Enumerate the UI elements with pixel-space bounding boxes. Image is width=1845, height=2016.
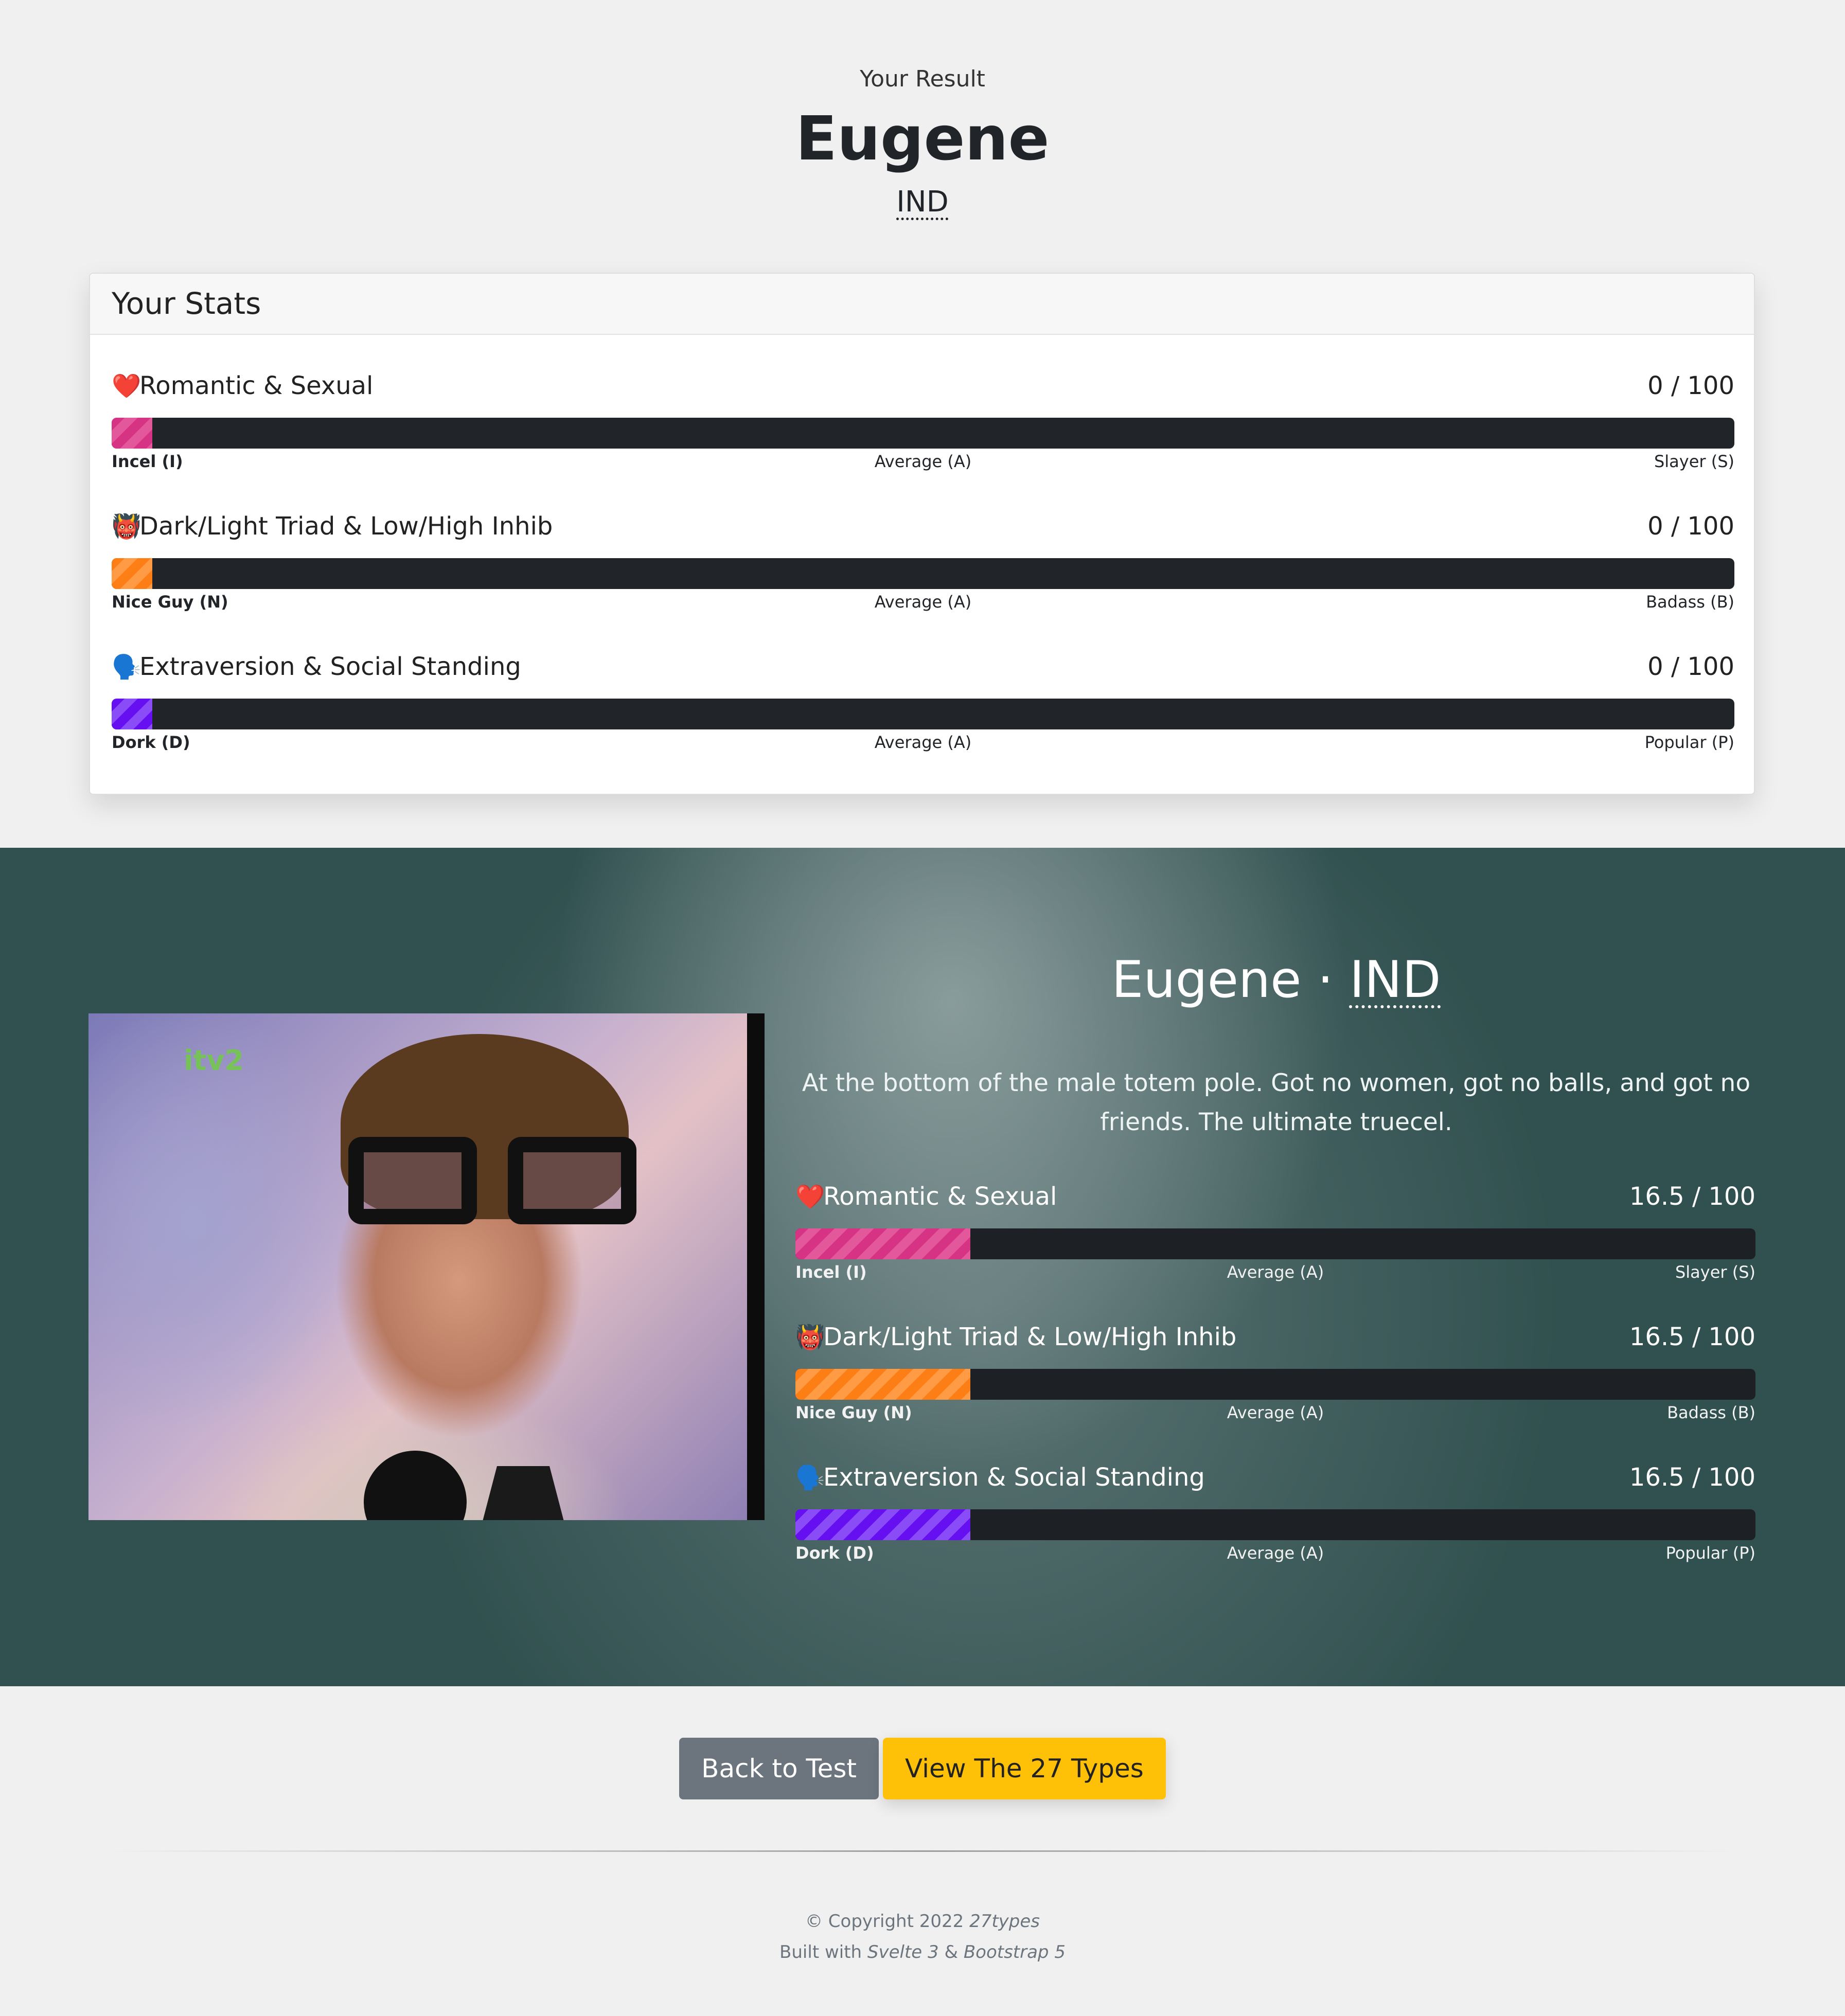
result-code: IND <box>0 185 1845 219</box>
mid-label: Average (A) <box>1227 1543 1324 1563</box>
copyright-line: © Copyright 2022 27types <box>0 1906 1845 1937</box>
type-code-abbr[interactable]: IND <box>1350 951 1441 1009</box>
mid-label: Average (A) <box>874 452 972 471</box>
progress-fill <box>795 1369 970 1400</box>
result-name: Eugene <box>795 103 1050 174</box>
stat-title: Dark/Light Triad & Low/High Inhib <box>823 1323 1237 1351</box>
built-with-line: Built with Svelte 3 & Bootstrap 5 <box>0 1937 1845 1968</box>
high-label: Popular (P) <box>1644 733 1734 752</box>
progress-fill <box>112 558 152 589</box>
ogre-icon: 👹 <box>112 512 141 540</box>
site-link[interactable]: 27types <box>969 1911 1040 1932</box>
high-label: Badass (B) <box>1646 592 1734 612</box>
stat-romantic: ❤️Romantic & Sexual 0 / 100 Incel (I) Av… <box>112 371 1734 474</box>
heart-icon: ❤️ <box>795 1183 825 1210</box>
built-with-text: Built with <box>779 1942 862 1963</box>
speaking-head-icon: 🗣️ <box>112 653 141 681</box>
type-name: Eugene <box>1111 951 1302 1009</box>
progress-bar <box>795 1369 1755 1400</box>
ogre-icon: 👹 <box>795 1323 825 1351</box>
type-photo: itv2 <box>88 1013 765 1520</box>
view-types-button[interactable]: View The 27 Types <box>883 1738 1166 1799</box>
type-stat-triad: 👹Dark/Light Triad & Low/High Inhib 16.5 … <box>795 1323 1755 1425</box>
progress-bar <box>112 699 1734 729</box>
type-stat-romantic: ❤️Romantic & Sexual 16.5 / 100 Incel (I)… <box>795 1182 1755 1285</box>
stat-title: Extraversion & Social Standing <box>823 1463 1205 1492</box>
type-description: At the bottom of the male totem pole. Go… <box>802 1069 1751 1136</box>
stat-score: 16.5 / 100 <box>1629 1463 1755 1492</box>
progress-bar <box>795 1509 1755 1540</box>
progress-fill <box>112 699 152 729</box>
stat-title: Dark/Light Triad & Low/High Inhib <box>139 512 553 541</box>
mid-label: Average (A) <box>1227 1262 1324 1282</box>
stat-score: 0 / 100 <box>1647 512 1734 541</box>
card-header: Your Stats <box>90 274 1754 335</box>
progress-bar <box>112 418 1734 449</box>
stat-score: 16.5 / 100 <box>1629 1182 1755 1211</box>
progress-bar <box>112 558 1734 589</box>
speaking-head-icon: 🗣️ <box>795 1464 825 1491</box>
type-separator: · <box>1317 951 1334 1009</box>
mid-label: Average (A) <box>874 592 972 612</box>
stat-title: Extraversion & Social Standing <box>139 652 521 681</box>
ampersand: & <box>944 1942 958 1963</box>
stat-score: 16.5 / 100 <box>1629 1323 1755 1351</box>
back-to-test-button[interactable]: Back to Test <box>679 1738 879 1799</box>
mid-label: Average (A) <box>874 733 972 752</box>
stat-extraversion: 🗣️Extraversion & Social Standing 0 / 100… <box>112 652 1734 755</box>
progress-fill <box>112 418 152 449</box>
stat-title: Romantic & Sexual <box>823 1182 1057 1211</box>
type-stat-extraversion: 🗣️Extraversion & Social Standing 16.5 / … <box>795 1463 1755 1566</box>
microphone-icon <box>364 1451 467 1520</box>
high-label: Badass (B) <box>1667 1403 1755 1422</box>
mid-label: Average (A) <box>1227 1403 1324 1422</box>
copyright-text: © Copyright 2022 <box>805 1911 964 1932</box>
progress-bar <box>795 1228 1755 1259</box>
tie-shape <box>480 1466 567 1520</box>
result-code-abbr[interactable]: IND <box>896 185 949 219</box>
progress-fill <box>795 1228 970 1259</box>
progress-fill <box>795 1509 970 1540</box>
stat-title: Romantic & Sexual <box>139 371 374 400</box>
svelte-link[interactable]: Svelte 3 <box>867 1942 939 1963</box>
bootstrap-link[interactable]: Bootstrap 5 <box>964 1942 1066 1963</box>
footer: © Copyright 2022 27types Built with Svel… <box>0 1906 1845 1968</box>
tv-logo-icon: itv2 <box>184 1044 244 1077</box>
high-label: Slayer (S) <box>1654 452 1734 471</box>
glasses-icon <box>348 1137 636 1224</box>
heart-icon: ❤️ <box>112 372 141 400</box>
divider <box>108 1850 1737 1852</box>
stat-triad: 👹Dark/Light Triad & Low/High Inhib 0 / 1… <box>112 512 1734 615</box>
stat-score: 0 / 100 <box>1647 652 1734 681</box>
high-label: Popular (P) <box>1665 1543 1755 1563</box>
result-label: Your Result <box>860 66 985 92</box>
stat-score: 0 / 100 <box>1647 371 1734 400</box>
type-title: Eugene · IND <box>796 951 1756 1009</box>
high-label: Slayer (S) <box>1675 1262 1755 1282</box>
type-section: itv2 Eugene · IND At the bottom of the m… <box>0 848 1845 1686</box>
action-buttons: Back to Test View The 27 Types <box>0 1738 1845 1799</box>
your-stats-card: Your Stats ❤️Romantic & Sexual 0 / 100 I… <box>89 273 1755 795</box>
